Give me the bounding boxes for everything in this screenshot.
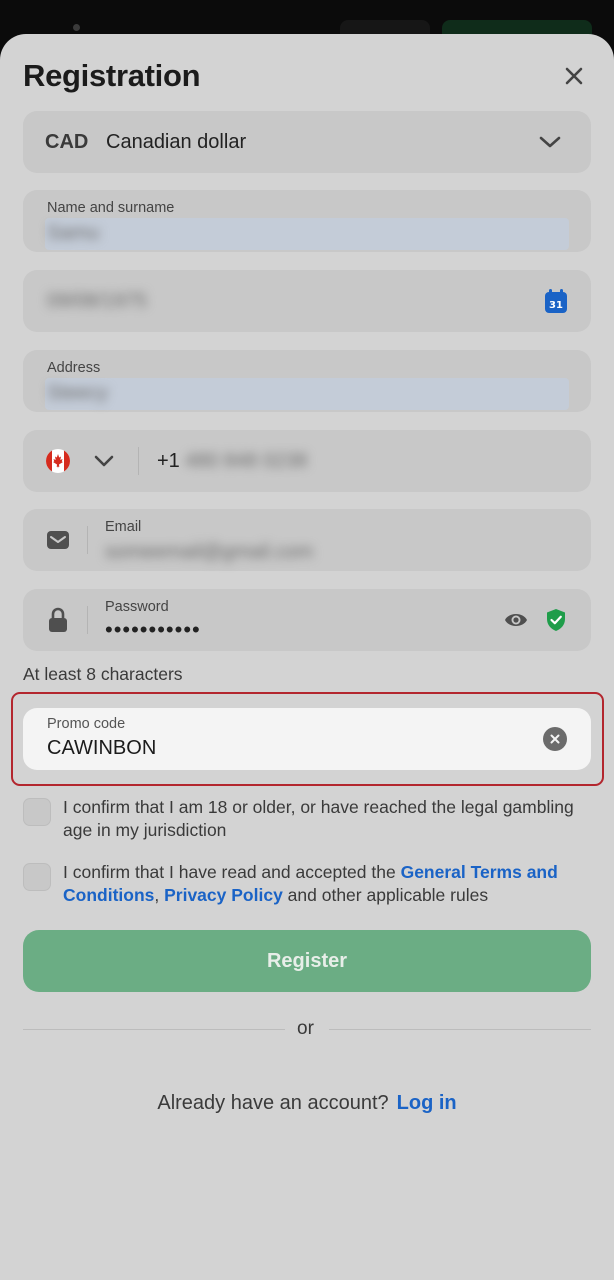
age-confirm-checkbox[interactable] <box>23 798 51 826</box>
terms-suffix: and other applicable rules <box>282 885 489 905</box>
terms-prefix: I confirm that I have read and accepted … <box>63 862 401 882</box>
phone-country-code: +1 <box>157 450 180 472</box>
promo-highlight-frame: Promo code CAWINBON <box>11 692 604 786</box>
register-button[interactable]: Register <box>23 930 591 992</box>
name-field[interactable]: Name and surname Samu <box>23 190 591 252</box>
password-hint: At least 8 characters <box>23 664 183 684</box>
phone-country-select[interactable] <box>89 447 119 475</box>
password-value: ••••••••••• <box>105 617 201 642</box>
or-label: or <box>297 1018 314 1039</box>
email-value: someemail@gmail.com <box>105 541 314 563</box>
email-label: Email <box>105 519 142 535</box>
address-value: Steecy <box>47 382 109 404</box>
clear-icon <box>550 734 560 744</box>
divider <box>138 447 139 475</box>
chevron-down-icon <box>539 136 561 148</box>
terms-confirm-text: I confirm that I have read and accepted … <box>63 861 598 907</box>
address-label: Address <box>47 360 101 376</box>
terms-confirm-checkbox[interactable] <box>23 863 51 891</box>
login-link[interactable]: Log in <box>397 1092 457 1114</box>
chevron-down-icon <box>94 455 114 467</box>
date-of-birth-value: 09/08/1975 <box>47 290 148 312</box>
autofill-highlight <box>45 218 569 250</box>
address-field[interactable]: Address Steecy <box>23 350 591 412</box>
phone-field[interactable]: +1 480 848 0238 <box>23 430 591 492</box>
age-confirm-text: I confirm that I am 18 or older, or have… <box>63 797 574 840</box>
close-button[interactable] <box>556 58 592 94</box>
page-title: Registration <box>23 58 201 93</box>
clear-promo-button[interactable] <box>543 727 567 751</box>
background-dot <box>73 24 80 31</box>
lock-icon <box>49 607 67 632</box>
divider-left <box>23 1029 285 1030</box>
shield-check-icon <box>547 609 565 631</box>
login-prompt-text: Already have an account? <box>157 1092 389 1114</box>
date-of-birth-field[interactable]: 09/08/1975 31 <box>23 270 591 332</box>
privacy-policy-link[interactable]: Privacy Policy <box>164 885 283 905</box>
name-label: Name and surname <box>47 200 175 216</box>
terms-separator: , <box>154 885 165 905</box>
email-field[interactable]: Email someemail@gmail.com <box>23 509 591 571</box>
currency-code: CAD <box>45 131 89 153</box>
autofill-highlight <box>45 378 569 410</box>
calendar-icon[interactable]: 31 <box>544 288 568 314</box>
promo-code-field[interactable]: Promo code CAWINBON <box>23 708 591 770</box>
divider <box>87 606 88 634</box>
login-prompt: Already have an account? Log in <box>0 1092 614 1115</box>
promo-code-value: CAWINBON <box>47 737 157 759</box>
password-label: Password <box>105 599 169 615</box>
close-icon <box>565 67 583 85</box>
registration-sheet: Registration CAD Canadian dollar Name an… <box>0 34 614 1280</box>
divider <box>87 526 88 554</box>
eye-icon[interactable] <box>504 609 528 631</box>
name-value: Samu <box>47 222 100 244</box>
mail-icon <box>47 531 69 549</box>
divider-right <box>329 1029 591 1030</box>
password-field[interactable]: Password ••••••••••• <box>23 589 591 651</box>
promo-code-label: Promo code <box>47 716 126 732</box>
canada-flag-icon <box>46 449 70 473</box>
currency-name: Canadian dollar <box>106 131 247 153</box>
currency-select[interactable]: CAD Canadian dollar <box>23 111 591 173</box>
phone-number-value: 480 848 0238 <box>185 450 308 472</box>
svg-text:31: 31 <box>549 300 563 311</box>
